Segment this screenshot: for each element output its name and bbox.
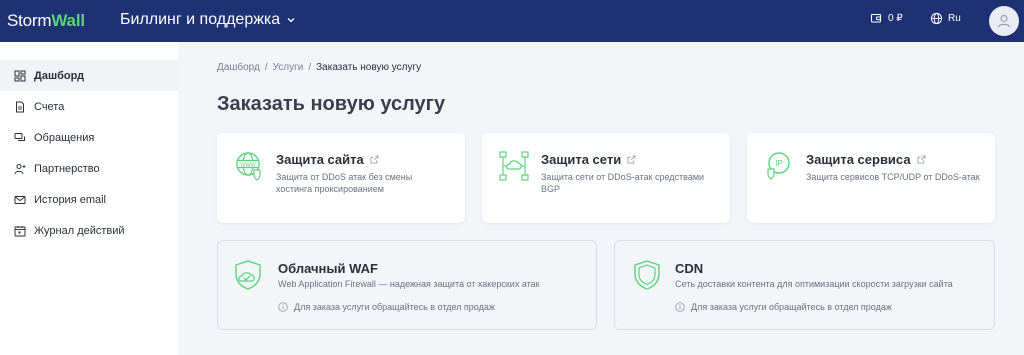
language-switcher[interactable]: Ru (930, 12, 961, 25)
service-description: Защита сети от DDoS-атак средствами BGP (541, 172, 705, 194)
user-icon (997, 14, 1011, 28)
sidebar-item-label: Счета (34, 100, 65, 113)
sidebar: Дашборд Счета Обращения Партнерство Исто… (0, 42, 178, 355)
language-label: Ru (948, 13, 961, 24)
service-title: CDN (675, 261, 704, 276)
mail-icon (14, 195, 26, 204)
sales-note: Для заказа услуги обращайтесь в отдел пр… (278, 302, 495, 312)
www-globe-icon: WWW (236, 152, 261, 181)
service-title: Облачный WAF (278, 261, 378, 276)
external-link-icon (370, 155, 379, 164)
avatar[interactable] (989, 6, 1019, 36)
ip-shield-icon: IP (767, 152, 790, 180)
breadcrumb: Дашборд / Услуги / Заказать новую услугу (217, 62, 421, 73)
service-title: Защита сайта (276, 152, 379, 167)
service-card-website-protection[interactable]: WWW Защита сайта Защита от DDoS атак без… (217, 133, 465, 223)
globe-icon (930, 12, 943, 25)
sidebar-item-invoices[interactable]: Счета (0, 91, 178, 122)
service-card-cloud-waf: Облачный WAF Web Application Firewall — … (217, 240, 597, 330)
sidebar-item-label: Журнал действий (34, 224, 125, 237)
page-title: Заказать новую услугу (217, 93, 446, 115)
logo-text-wall: Wall (51, 11, 85, 30)
service-title: Защита сети (541, 152, 636, 167)
sidebar-item-label: Обращения (34, 131, 95, 144)
service-card-network-protection[interactable]: Защита сети Защита сети от DDoS-атак сре… (482, 133, 730, 223)
service-description: Web Application Firewall — надежная защи… (278, 279, 540, 289)
logo[interactable]: StormWall (7, 11, 85, 31)
sidebar-item-action-log[interactable]: Журнал действий (0, 215, 178, 246)
sidebar-item-label: Партнерство (34, 162, 100, 175)
sidebar-item-dashboard[interactable]: Дашборд (0, 60, 178, 91)
chevron-down-icon (287, 18, 295, 23)
breadcrumb-dashboard[interactable]: Дашборд (217, 62, 260, 73)
external-link-icon (916, 155, 926, 164)
app-title: Биллинг и поддержка (120, 11, 281, 28)
logo-text-storm: Storm (7, 11, 52, 30)
balance-amount: 0 ₽ (888, 12, 903, 24)
breadcrumb-current: Заказать новую услугу (316, 62, 422, 73)
shield-icon (634, 260, 660, 290)
service-title: Защита сервиса (806, 152, 926, 167)
wallet-icon (870, 13, 882, 23)
calendar-icon (14, 225, 26, 236)
service-description: Защита сервисов TCP/UDP от DDoS-атак (806, 172, 980, 182)
sales-note: Для заказа услуги обращайтесь в отдел пр… (675, 302, 892, 312)
dashboard-icon (14, 70, 26, 81)
sidebar-item-label: Дашборд (34, 69, 85, 82)
breadcrumb-separator: / (264, 62, 268, 73)
service-description: Сеть доставки контента для оптимизации с… (675, 279, 953, 289)
service-card-service-protection[interactable]: IP Защита сервиса Защита сервисов TCP/UD… (747, 133, 995, 223)
svg-text:IP: IP (775, 159, 783, 168)
svg-text:WWW: WWW (240, 162, 256, 168)
user-plus-icon (14, 163, 26, 174)
top-bar: StormWall Биллинг и поддержка 0 ₽ Ru (0, 0, 1024, 42)
sidebar-item-partnership[interactable]: Партнерство (0, 153, 178, 184)
info-icon (278, 302, 288, 312)
info-icon (675, 302, 685, 312)
balance-button[interactable]: 0 ₽ (870, 12, 903, 24)
service-description: Защита от DDoS атак без смены хостинга п… (276, 172, 413, 194)
sidebar-item-label: История email (34, 193, 106, 206)
chat-icon (14, 132, 25, 141)
sidebar-item-email-history[interactable]: История email (0, 184, 178, 215)
shield-cloud-check-icon (235, 260, 261, 290)
document-icon (16, 101, 24, 112)
breadcrumb-separator: / (308, 62, 312, 73)
service-card-cdn: CDN Сеть доставки контента для оптимизац… (614, 240, 995, 330)
external-link-icon (627, 155, 636, 164)
network-icon (499, 151, 529, 181)
sidebar-item-tickets[interactable]: Обращения (0, 122, 178, 153)
app-switcher[interactable]: Биллинг и поддержка (120, 11, 296, 29)
breadcrumb-services[interactable]: Услуги (273, 62, 304, 73)
